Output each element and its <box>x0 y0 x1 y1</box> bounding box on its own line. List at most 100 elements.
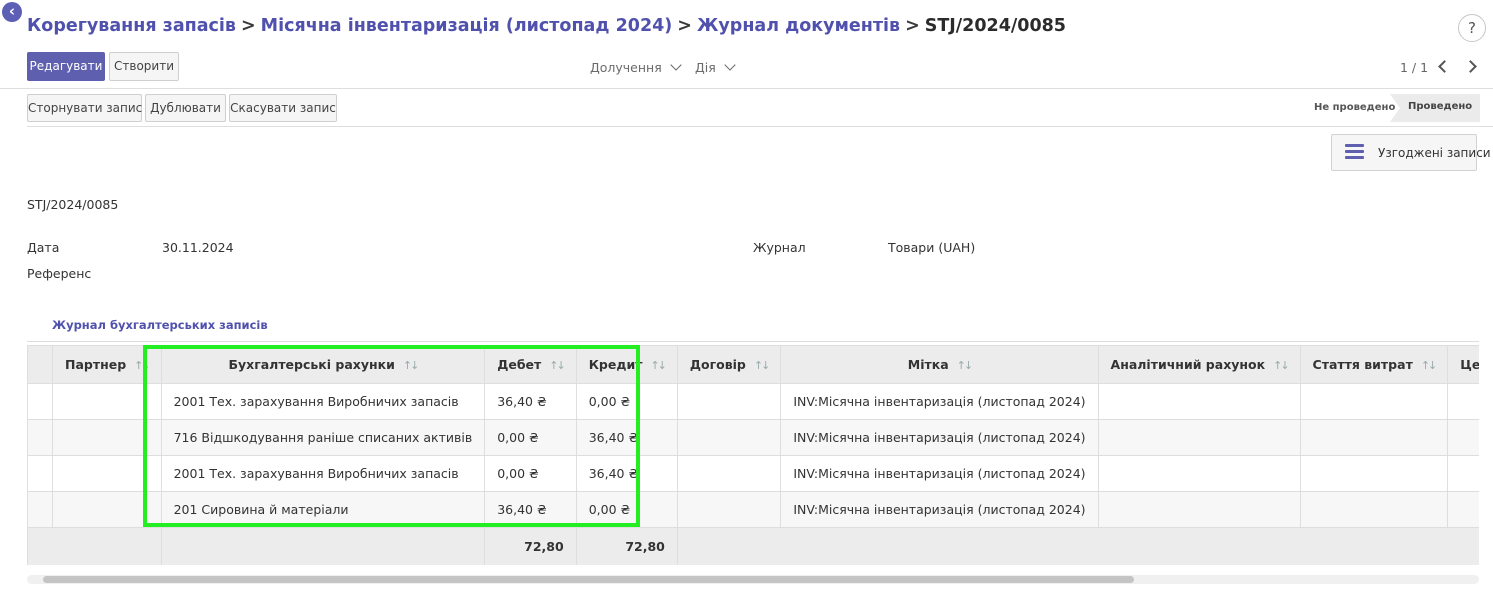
column-header-cost-center[interactable]: Центр витрат <box>1447 345 1479 384</box>
cell-label[interactable]: INV:Місячна інвентаризація (листопад 202… <box>780 419 1099 456</box>
cell-cost-center[interactable] <box>1447 419 1479 456</box>
cell-analytic-account[interactable] <box>1097 455 1301 492</box>
entry-name: STJ/2024/0085 <box>27 197 119 212</box>
breadcrumb-current: STJ/2024/0085 <box>924 16 1066 36</box>
next-record-icon[interactable] <box>1464 60 1477 73</box>
list-icon <box>1345 144 1364 160</box>
journal-items-table: Партнер ↑↓ Бухгалтерські рахунки ↑↓ Дебет ↑… <box>27 345 1479 565</box>
cell-partner[interactable] <box>52 455 162 492</box>
sort-icon: ↑↓ <box>956 359 974 372</box>
cell-account[interactable]: 716 Відшкодування раніше списаних активі… <box>160 419 486 456</box>
duplicate-button[interactable]: Дублювати <box>145 94 226 122</box>
date-value: 30.11.2024 <box>162 240 234 255</box>
cell-cost-center[interactable] <box>1447 383 1479 420</box>
chevron-right-icon: > <box>677 16 692 36</box>
column-header-contract[interactable]: Договір ↑↓ <box>676 345 782 384</box>
cell-label[interactable]: INV:Місячна інвентаризація (листопад 202… <box>780 455 1099 492</box>
cell-contract[interactable] <box>676 491 782 528</box>
help-icon[interactable]: ? <box>1458 14 1486 42</box>
cell-partner[interactable] <box>52 383 162 420</box>
sort-icon: ↑↓ <box>1420 359 1438 372</box>
cell-expense-item[interactable] <box>1299 455 1449 492</box>
sort-icon: ↑↓ <box>549 359 566 372</box>
journal-value: Товари (UAH) <box>888 240 976 255</box>
table-row[interactable]: 2001 Тех. зарахування Виробничих запасів… <box>27 455 1479 492</box>
cell-debit[interactable]: 0,00 ₴ <box>484 419 577 456</box>
cell-label[interactable]: INV:Місячна інвентаризація (листопад 202… <box>780 383 1099 420</box>
sort-icon: ↑↓ <box>134 359 151 372</box>
divider <box>0 88 1493 89</box>
cell-contract[interactable] <box>676 419 782 456</box>
cell-credit[interactable]: 0,00 ₴ <box>575 491 678 528</box>
status-posted[interactable]: Проведено <box>1390 94 1480 122</box>
pager-value[interactable]: 1 / 1 <box>1400 60 1428 75</box>
chevron-right-icon: > <box>905 16 920 36</box>
cell-partner[interactable] <box>52 491 162 528</box>
cell-expense-item[interactable] <box>1299 419 1449 456</box>
attachments-dropdown[interactable]: Долучення <box>590 59 682 75</box>
column-header-label[interactable]: Мітка ↑↓ <box>780 345 1099 384</box>
total-debit: 72,80 <box>484 527 577 565</box>
column-header-debit[interactable]: Дебет ↑↓ <box>484 345 577 384</box>
column-header-analytic-account[interactable]: Аналітичний рахунок ↑↓ <box>1097 345 1301 384</box>
table-row[interactable]: 201 Сировина й матеріали 36,40 ₴ 0,00 ₴ … <box>27 491 1479 528</box>
chevron-down-icon <box>724 59 736 71</box>
cell-credit[interactable]: 36,40 ₴ <box>575 419 678 456</box>
cell-account[interactable]: 2001 Тех. зарахування Виробничих запасів <box>160 455 486 492</box>
table-header-row: Партнер ↑↓ Бухгалтерські рахунки ↑↓ Дебет ↑… <box>27 345 1479 384</box>
breadcrumb-item-inventory-adjustments[interactable]: Корегування запасів <box>27 16 236 36</box>
column-header-number[interactable] <box>27 345 53 384</box>
table-row[interactable]: 2001 Тех. зарахування Виробничих запасів… <box>27 383 1479 420</box>
cell-credit[interactable]: 0,00 ₴ <box>575 383 678 420</box>
cell-expense-item[interactable] <box>1299 491 1449 528</box>
cell-label[interactable]: INV:Місячна інвентаризація (листопад 202… <box>780 491 1099 528</box>
cell-partner[interactable] <box>52 419 162 456</box>
status-draft[interactable]: Не проведено <box>1314 102 1395 113</box>
cell-debit[interactable]: 0,00 ₴ <box>484 455 577 492</box>
cell-account[interactable]: 201 Сировина й матеріали <box>160 491 486 528</box>
row-handle <box>27 491 53 528</box>
row-handle <box>27 419 53 456</box>
breadcrumb-item-journal-entries[interactable]: Журнал документів <box>697 16 900 36</box>
column-header-expense-item[interactable]: Стаття витрат ↑↓ <box>1299 345 1449 384</box>
journal-label: Журнал <box>753 240 806 255</box>
row-handle <box>27 455 53 492</box>
sort-icon: ↑↓ <box>402 359 420 372</box>
reconciled-entries-button[interactable]: Узгоджені записи <box>1331 134 1491 171</box>
scrollbar-thumb[interactable] <box>43 576 1134 583</box>
cell-analytic-account[interactable] <box>1097 419 1301 456</box>
cancel-entry-button[interactable]: Скасувати запис <box>229 94 337 122</box>
cell-account[interactable]: 2001 Тех. зарахування Виробничих запасів <box>160 383 486 420</box>
cell-expense-item[interactable] <box>1299 383 1449 420</box>
table-row[interactable]: 716 Відшкодування раніше списаних активі… <box>27 419 1479 456</box>
action-label: Дія <box>695 60 716 75</box>
date-label: Дата <box>27 240 60 255</box>
cell-contract[interactable] <box>676 455 782 492</box>
cell-debit[interactable]: 36,40 ₴ <box>484 383 577 420</box>
tab-journal-items[interactable]: Журнал бухгалтерських записів <box>52 318 268 332</box>
cell-credit[interactable]: 36,40 ₴ <box>575 455 678 492</box>
cell-analytic-account[interactable] <box>1097 491 1301 528</box>
edit-button[interactable]: Редагувати <box>27 52 105 81</box>
cell-cost-center[interactable] <box>1447 491 1479 528</box>
cell-analytic-account[interactable] <box>1097 383 1301 420</box>
cell-cost-center[interactable] <box>1447 455 1479 492</box>
create-button[interactable]: Створити <box>109 52 179 81</box>
cell-debit[interactable]: 36,40 ₴ <box>484 491 577 528</box>
column-header-partner[interactable]: Партнер ↑↓ <box>52 345 162 384</box>
chevron-down-icon <box>670 59 682 71</box>
reference-label: Референс <box>27 266 92 281</box>
status-posted-label: Проведено <box>1408 101 1473 112</box>
sort-icon: ↑↓ <box>1273 359 1290 372</box>
column-header-account[interactable]: Бухгалтерські рахунки ↑↓ <box>160 345 486 384</box>
cell-contract[interactable] <box>676 383 782 420</box>
column-header-credit[interactable]: Кредит ↑↓ <box>575 345 678 384</box>
back-icon[interactable]: ‹ <box>2 2 22 22</box>
divider <box>27 126 1493 127</box>
action-dropdown[interactable]: Дія <box>695 59 736 75</box>
reverse-entry-button[interactable]: Сторнувати запис <box>27 94 142 122</box>
previous-record-icon[interactable] <box>1438 60 1451 73</box>
reconciled-entries-label: Узгоджені записи <box>1378 146 1491 160</box>
row-handle <box>27 383 53 420</box>
breadcrumb-item-monthly-inventory[interactable]: Місячна інвентаризація (листопад 2024) <box>261 16 673 36</box>
